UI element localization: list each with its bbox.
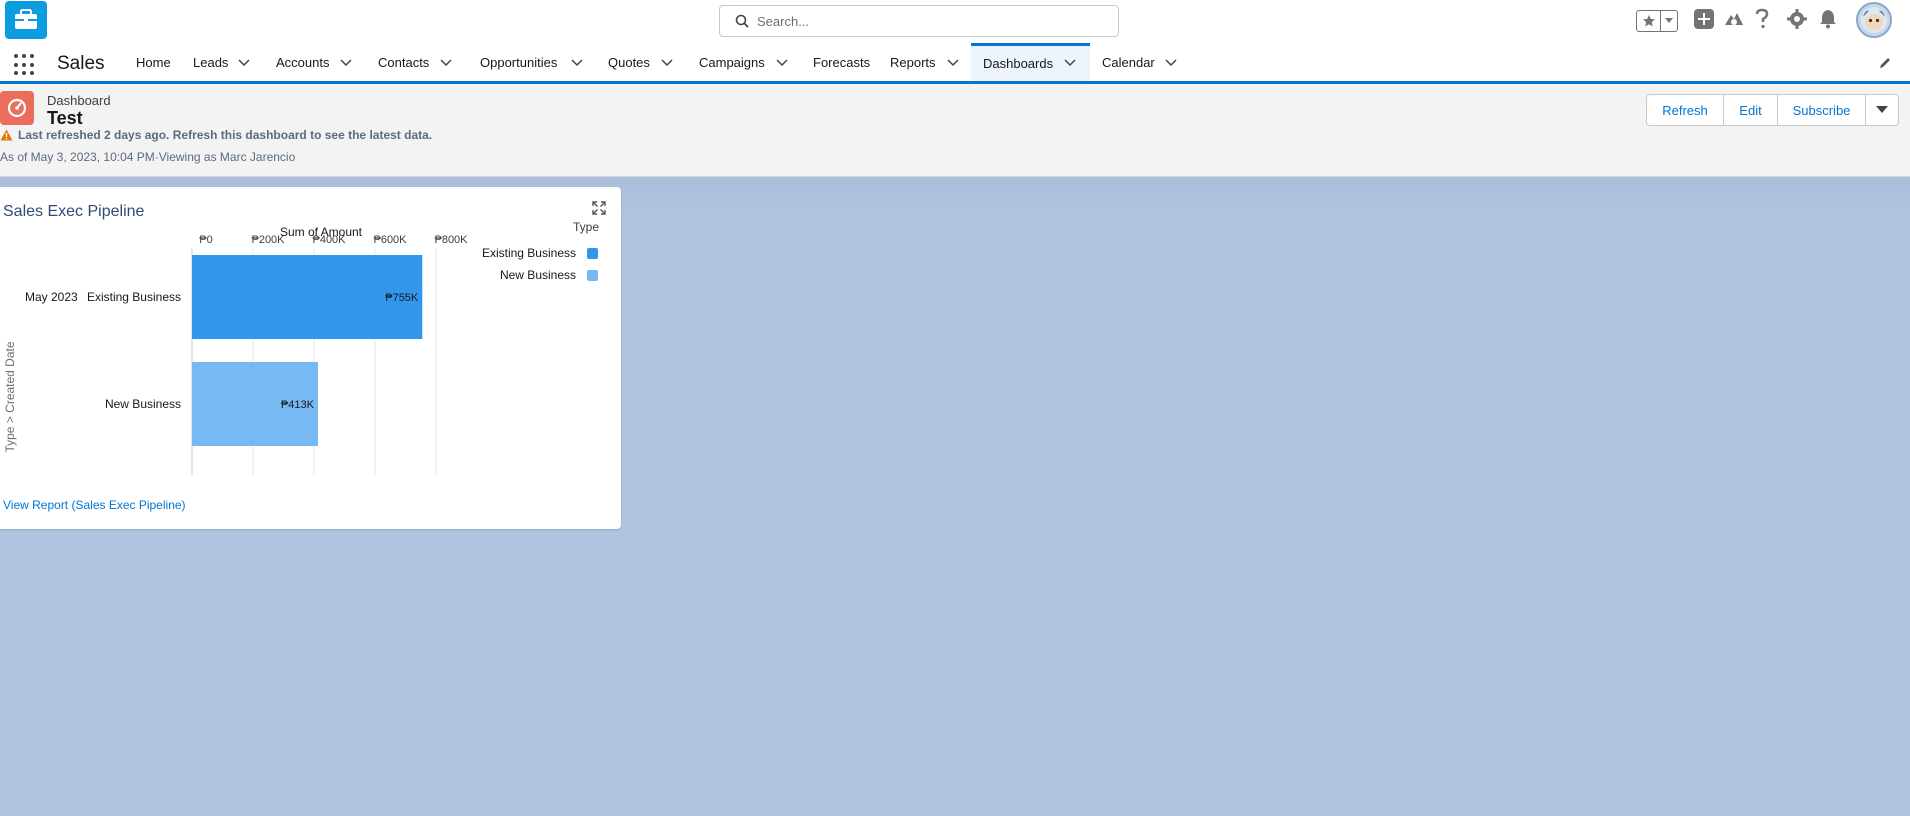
legend-title: Type — [573, 220, 599, 234]
trailhead-icon — [1725, 13, 1743, 25]
caret-down-icon — [1665, 18, 1673, 23]
reports-menu-chevron-down-icon[interactable] — [947, 56, 959, 68]
nav-item-forecasts[interactable]: Forecasts — [801, 43, 889, 81]
star-icon — [1642, 15, 1655, 27]
nav-item-label: Accounts — [276, 54, 330, 70]
dashboard-title: Test — [47, 108, 83, 128]
nav-item-label: Reports — [890, 54, 936, 70]
edit-nav-pencil-icon[interactable] — [1878, 56, 1892, 70]
global-actions-button[interactable] — [1693, 8, 1715, 30]
as-of-text: As of May 3, 2023, 10:04 PM·Viewing as M… — [0, 150, 296, 164]
nav-item-home[interactable]: Home — [122, 43, 180, 81]
legend-swatch — [587, 248, 598, 259]
dashboard-icon — [0, 91, 34, 125]
app-nav-bar: Sales Home Leads Accounts Contacts Oppor… — [0, 43, 1910, 84]
refresh-button[interactable]: Refresh — [1647, 95, 1724, 125]
nav-item-label: Dashboards — [983, 56, 1054, 71]
nav-item-label: Quotes — [608, 54, 650, 70]
opportunities-menu-chevron-down-icon[interactable] — [571, 56, 583, 68]
view-report-link[interactable]: View Report (Sales Exec Pipeline) — [3, 498, 186, 512]
app-logo[interactable] — [5, 1, 47, 39]
gauge-icon — [7, 98, 27, 118]
legend-swatch — [587, 270, 598, 281]
accounts-menu-chevron-down-icon[interactable] — [340, 56, 352, 68]
trailhead-button[interactable] — [1723, 8, 1745, 30]
edit-button[interactable]: Edit — [1724, 95, 1778, 125]
dashboard-header: Dashboard Test Last refreshed 2 days ago… — [0, 84, 1910, 177]
stale-data-warning: Last refreshed 2 days ago. Refresh this … — [0, 128, 432, 142]
bell-icon — [1820, 10, 1836, 29]
contacts-menu-chevron-down-icon[interactable] — [440, 56, 452, 68]
nav-item-label: Contacts — [378, 54, 430, 70]
search-icon — [735, 14, 749, 28]
nav-item-label: Calendar — [1102, 54, 1155, 70]
legend-label: Existing Business — [482, 246, 576, 260]
app-launcher-icon[interactable] — [14, 54, 36, 76]
x-tick-label: ₱600K — [373, 234, 407, 246]
search-input[interactable] — [757, 13, 1097, 29]
astro-avatar-icon — [1861, 7, 1887, 33]
legend-label: New Business — [500, 268, 576, 282]
leads-menu-chevron-down-icon[interactable] — [238, 56, 250, 68]
warning-text: Last refreshed 2 days ago. Refresh this … — [18, 128, 433, 142]
category-label: New Business — [105, 397, 181, 411]
help-button[interactable] — [1754, 8, 1770, 30]
category-label: Existing Business — [87, 290, 181, 304]
y-axis-title: Type > Created Date — [3, 341, 17, 452]
data-label: ₱755K — [385, 292, 419, 304]
quotes-menu-chevron-down-icon[interactable] — [661, 56, 673, 68]
caret-down-icon — [1876, 106, 1888, 113]
global-header — [0, 0, 1910, 43]
gear-icon — [1787, 9, 1807, 29]
group-label: May 2023 — [25, 290, 78, 304]
nav-item-label: Campaigns — [699, 54, 765, 70]
user-avatar[interactable] — [1856, 2, 1892, 38]
briefcase-icon — [15, 9, 37, 29]
help-icon — [1755, 8, 1769, 29]
x-tick-label: ₱800K — [434, 234, 468, 246]
bar-chart: ₱0 ₱200K ₱400K ₱600K ₱800K ₱755KExisting Bus… — [3, 220, 599, 475]
x-tick-label: ₱0 — [199, 234, 212, 246]
data-label: ₱413K — [281, 399, 315, 411]
campaigns-menu-chevron-down-icon[interactable] — [776, 56, 788, 68]
dashboard-actions: Refresh Edit Subscribe — [1646, 94, 1899, 126]
nav-item-label: Home — [136, 54, 171, 70]
favorites-button[interactable] — [1637, 11, 1661, 31]
nav-item-label: Opportunities — [480, 54, 558, 70]
nav-item-label: Forecasts — [813, 54, 871, 70]
global-search[interactable] — [719, 5, 1119, 37]
calendar-menu-chevron-down-icon[interactable] — [1165, 56, 1177, 68]
nav-item-label: Leads — [193, 54, 229, 70]
x-axis-title: Sum of Amount — [280, 225, 363, 239]
subscribe-button[interactable]: Subscribe — [1778, 95, 1866, 125]
favorites-menu-button[interactable] — [1661, 11, 1677, 31]
dashboard-widget: Sales Exec Pipeline ₱0 ₱200K ₱400K ₱600K ₱80… — [0, 187, 621, 529]
add-icon — [1694, 9, 1714, 29]
dashboard-type-label: Dashboard — [47, 93, 111, 108]
more-actions-button[interactable] — [1866, 95, 1898, 125]
warning-icon — [0, 129, 13, 141]
favorites-group[interactable] — [1636, 10, 1678, 32]
notifications-button[interactable] — [1818, 8, 1838, 30]
app-name: Sales — [57, 53, 105, 74]
dashboards-menu-chevron-down-icon[interactable] — [1064, 56, 1076, 68]
setup-button[interactable] — [1786, 8, 1808, 30]
